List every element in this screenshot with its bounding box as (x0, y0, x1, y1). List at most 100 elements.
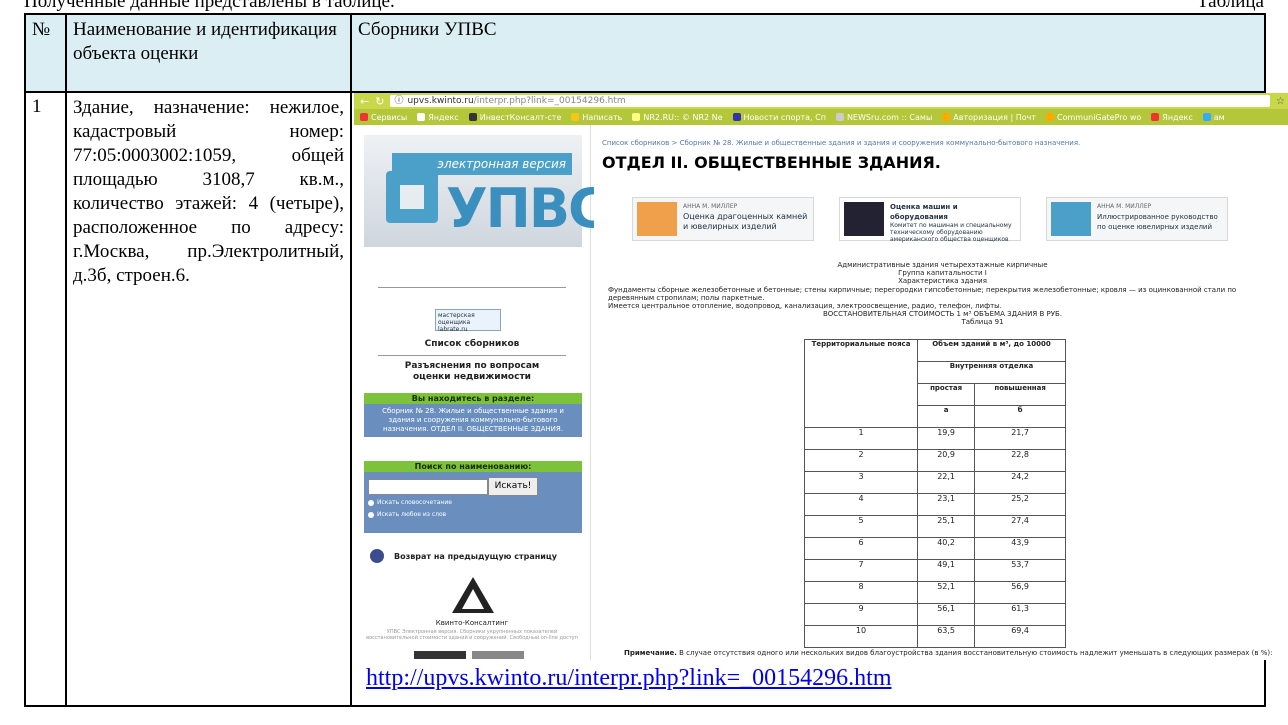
intro-text: Полученные данные представлены в таблице… (24, 0, 395, 12)
counter-badge (472, 651, 524, 659)
section-body[interactable]: Сборник № 28. Жилые и общественные здани… (364, 404, 582, 437)
site-sidebar: электронная версия УПВС мастерская оценщ… (354, 125, 608, 660)
table-row: 2 20,9 22,8 (804, 449, 1066, 472)
radio-any[interactable]: Искать любое из слов (368, 511, 446, 518)
site-icon (1046, 113, 1054, 121)
intro-line: Полученные данные представлены в таблице… (24, 0, 1264, 12)
col-zone: Территориальные пояса (804, 339, 918, 428)
cell-improved: 61,3 (974, 603, 1066, 626)
bookmark-item: ИнвестКонсалт-сте (468, 113, 561, 122)
col-b: б (974, 405, 1066, 428)
back-link[interactable]: Возврат на предыдущую страницу (370, 549, 557, 563)
url-host: upvs.kwinto.ru (407, 96, 474, 106)
logo-letters: УПВС (446, 177, 608, 240)
cell-simple: 19,9 (916, 427, 976, 450)
ad-banner[interactable]: Оценка машин и оборудования Комитет по ма… (839, 197, 1021, 243)
ad-banner[interactable]: АННА М. МИЛЛЕР Иллюстрированное руководст… (1046, 197, 1228, 241)
cell-simple: 52,1 (916, 581, 976, 604)
table-row: 7 49,1 53,7 (804, 559, 1066, 582)
bookmark-item: Авторизация | Почт (942, 113, 1036, 122)
bookmark-item: NEWSru.com :: Самы (835, 113, 932, 122)
table-row: 6 40,2 43,9 (804, 537, 1066, 560)
bookmark-item: Новости спорта, Сп (732, 113, 826, 122)
document-table: № Наименование и идентификация объекта о… (24, 13, 1288, 707)
bookmark-label: Авторизация | Почт (953, 112, 1036, 122)
back-arrow-icon: ← (360, 94, 370, 108)
cell-simple: 25,1 (916, 515, 976, 538)
bookmark-label: NR2.RU:: © NR2 Ne (643, 112, 723, 122)
upvs-logo: электронная версия УПВС (364, 135, 608, 247)
radio-label: Искать словосочетание (377, 499, 452, 506)
features-text: Фундаменты сборные железобетонные и бето… (608, 286, 1237, 302)
row-num-cell: 1 (24, 91, 67, 707)
cell-simple: 20,9 (916, 449, 976, 472)
table-row: 3 22,1 24,2 (804, 471, 1066, 494)
search-input[interactable] (368, 479, 488, 495)
search-button[interactable]: Искать! (488, 477, 538, 496)
data-row: 1 Здание, назначение: нежилое, кадастров… (24, 91, 1288, 707)
bookmark-item: CommuniGatePro wo (1046, 113, 1141, 122)
cell-improved: 56,9 (974, 581, 1066, 604)
cell-improved: 27,4 (974, 515, 1066, 538)
cell-simple: 63,5 (916, 625, 976, 648)
table-label: Таблица (1196, 0, 1264, 12)
note: Примечание. В случае отсутствия одного и… (624, 649, 1273, 657)
cell-improved: 53,7 (974, 559, 1066, 582)
breadcrumb[interactable]: Список сборников > Сборник № 28. Жилые и… (602, 139, 1080, 147)
bookmark-item: Яндекс (1151, 113, 1193, 122)
row-screenshot-cell: ← ↻ ⓘ upvs.kwinto.ru/interpr.php?link=_0… (350, 91, 1288, 707)
labrate-badge[interactable]: мастерская оценщика labrate.ru (435, 309, 501, 333)
back-label: Возврат на предыдущую страницу (394, 551, 558, 561)
header-object: Наименование и идентификация объекта оце… (73, 19, 337, 64)
radio-label: Искать любое из слов (377, 511, 447, 518)
divider (378, 287, 566, 288)
list-link[interactable]: Список сборников (354, 339, 590, 349)
header-upvs: Сборники УПВС (358, 19, 497, 40)
cell-improved: 21,7 (974, 427, 1066, 450)
col-a: а (916, 405, 976, 428)
star-icon: ☆ (1276, 95, 1285, 107)
table-row: 1 19,9 21,7 (804, 427, 1066, 450)
cell-zone: 2 (804, 449, 918, 472)
radio-icon[interactable] (368, 511, 374, 518)
cell-zone: 9 (804, 603, 918, 626)
cell-zone: 4 (804, 493, 918, 516)
cell-simple: 23,1 (916, 493, 976, 516)
kvinto-logo-icon (452, 577, 494, 613)
site-icon (632, 113, 641, 121)
col-improved: повышенная (974, 383, 1066, 406)
bookmark-item: Написать (571, 113, 622, 122)
bookmark-label: Написать (582, 112, 623, 122)
cell-zone: 5 (804, 515, 918, 538)
search-header: Поиск по наименованию: (364, 461, 582, 472)
cell-simple: 56,1 (916, 603, 976, 626)
col-volume: Объем зданий в м³, до 10000 (917, 339, 1066, 362)
table-row: 4 23,1 25,2 (804, 493, 1066, 516)
apps-icon (360, 113, 368, 121)
bookmark-item: NR2.RU:: © NR2 Ne (632, 112, 723, 122)
header-num: № (32, 19, 51, 40)
logo-mark-icon (386, 171, 438, 223)
cost-title: ВОССТАНОВИТЕЛЬНАЯ СТОИМОСТЬ 1 м³ ОБЪЕМА … (822, 310, 1062, 318)
radio-icon[interactable] (368, 499, 374, 506)
clarifications-link[interactable]: Разъяснения по вопросам оценки недвижимо… (354, 361, 590, 383)
col-simple: простая (916, 383, 976, 406)
url-path: /interpr.php?link=_00154296.htm (473, 96, 626, 106)
radio-phrase[interactable]: Искать словосочетание (368, 499, 452, 506)
ad-author: АННА М. МИЛЛЕР (683, 203, 738, 210)
cell-simple: 22,1 (916, 471, 976, 494)
header-row: № Наименование и идентификация объекта о… (24, 13, 1266, 93)
yandex-icon (1151, 113, 1160, 121)
source-link[interactable]: http://upvs.kwinto.ru/interpr.php?link=_… (366, 665, 892, 692)
col-finish: Внутренняя отделка (917, 361, 1066, 384)
book-cover-icon (637, 202, 677, 236)
row-num: 1 (32, 96, 42, 117)
bookmark-item: ам (1202, 113, 1225, 122)
counter-badge (414, 651, 466, 659)
table-row: 8 52,1 56,9 (804, 581, 1066, 604)
info-icon: ⓘ (394, 96, 404, 106)
book-cover-icon (1051, 202, 1091, 236)
site-icon (835, 113, 844, 121)
site-icon (942, 113, 951, 121)
ad-banner[interactable]: АННА М. МИЛЛЕР Оценка драгоценных камней … (632, 197, 814, 241)
